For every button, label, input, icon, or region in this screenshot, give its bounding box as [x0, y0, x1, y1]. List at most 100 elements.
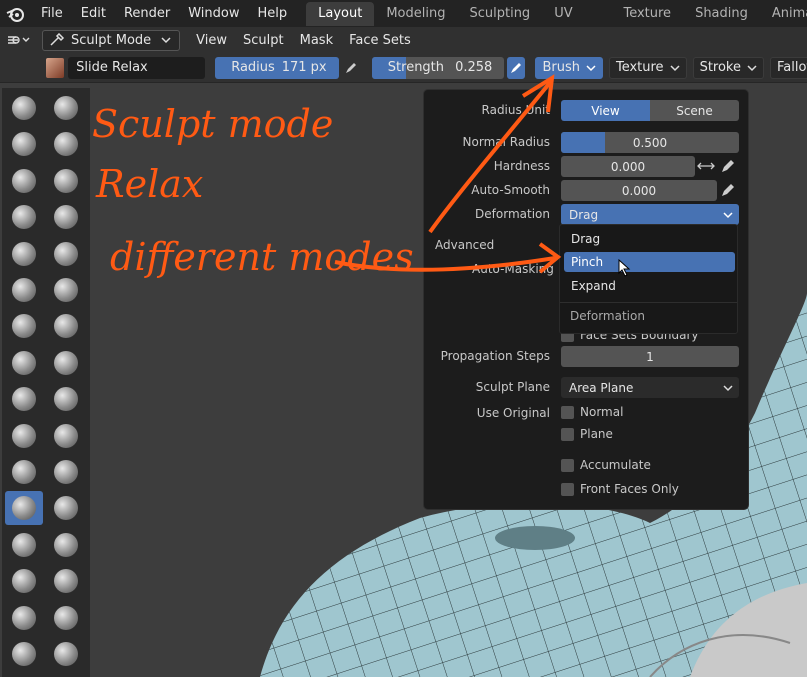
sculpt-tool-button[interactable] — [5, 127, 43, 161]
checkbox[interactable] — [561, 405, 574, 419]
menu-file[interactable]: File — [32, 0, 72, 27]
tab-shading[interactable]: Shading — [683, 2, 760, 26]
advanced-heading[interactable]: Advanced — [435, 238, 494, 252]
sculpt-tool-button[interactable] — [47, 491, 85, 525]
sculpt-tool-button[interactable] — [5, 382, 43, 416]
normal-radius-fill — [561, 132, 605, 153]
tab-sculpting[interactable]: Sculpting — [457, 2, 542, 26]
hardness-value: 0.000 — [610, 159, 646, 174]
menu-face-sets[interactable]: Face Sets — [341, 33, 419, 48]
normal-radius-label: Normal Radius — [462, 135, 550, 149]
sculpt-plane-value: Area Plane — [569, 380, 634, 395]
mode-select[interactable]: Sculpt Mode — [42, 29, 181, 51]
sculpt-tool-button[interactable] — [5, 601, 43, 635]
propagation-steps-field[interactable]: 1 — [561, 346, 739, 367]
brush-dropdown[interactable]: Brush — [535, 56, 603, 79]
sculpt-tool-button[interactable] — [5, 164, 43, 198]
sculpt-tool-button[interactable] — [5, 200, 43, 234]
sculpt-tool-button[interactable] — [47, 564, 85, 598]
deformation-select[interactable]: Drag — [561, 204, 739, 225]
sculpt-tool-button[interactable] — [47, 346, 85, 380]
sculpt-tool-button[interactable] — [47, 164, 85, 198]
sculpt-tool-button[interactable] — [47, 673, 85, 677]
radius-unit-label: Radius Unit — [481, 103, 550, 117]
tab-texture-paint[interactable]: Texture Paint — [611, 2, 683, 45]
mouse-cursor-icon — [618, 259, 631, 277]
sculpt-tool-button[interactable] — [5, 637, 43, 671]
deformation-option-drag[interactable]: Drag — [564, 229, 735, 249]
strength-slider[interactable]: Strength 0.258 — [371, 56, 505, 79]
sculpt-tool-button[interactable] — [5, 673, 43, 677]
sculpt-tool-button[interactable] — [5, 455, 43, 489]
sculpt-tool-button[interactable] — [5, 309, 43, 343]
tab-uv-editing[interactable]: UV Editing — [542, 2, 611, 45]
deformation-option-pinch[interactable]: Pinch — [564, 252, 735, 272]
chevron-down-icon — [586, 64, 596, 71]
texture-dropdown[interactable]: Texture — [608, 56, 687, 79]
stroke-dropdown[interactable]: Stroke — [692, 56, 764, 79]
menu-edit[interactable]: Edit — [72, 0, 115, 27]
radius-unit-view[interactable]: View — [561, 100, 650, 121]
normal-radius-slider[interactable]: 0.500 — [561, 132, 739, 153]
sculpt-tool-button[interactable] — [5, 237, 43, 271]
radius-unit-scene[interactable]: Scene — [650, 100, 739, 121]
brush-name-field[interactable]: Slide Relax — [68, 56, 206, 79]
sculpt-tool-button[interactable] — [5, 346, 43, 380]
checkbox[interactable] — [561, 427, 574, 441]
radius-unit-toggle: View Scene — [561, 100, 739, 121]
checkbox[interactable] — [561, 482, 574, 496]
sculpt-plane-select[interactable]: Area Plane — [561, 377, 739, 398]
sculpt-tool-button[interactable] — [47, 237, 85, 271]
front-faces-check[interactable]: Front Faces Only — [561, 482, 679, 496]
sculpt-tool-button[interactable] — [47, 309, 85, 343]
sculpt-tool-button[interactable] — [5, 564, 43, 598]
accumulate-check[interactable]: Accumulate — [561, 458, 651, 472]
radius-pressure-button[interactable] — [342, 57, 360, 79]
radius-slider[interactable]: Radius 171 px — [215, 56, 339, 79]
hardness-label: Hardness — [493, 159, 550, 173]
menu-render[interactable]: Render — [115, 0, 179, 27]
menu-mask[interactable]: Mask — [292, 33, 341, 48]
sculpt-tool-button[interactable] — [47, 419, 85, 453]
sculpt-tool-button[interactable] — [47, 127, 85, 161]
pen-pressure-icon[interactable] — [720, 182, 736, 202]
propagation-row: Propagation Steps 1 — [424, 346, 750, 368]
chevron-down-icon — [161, 37, 171, 44]
tab-modeling[interactable]: Modeling — [374, 2, 457, 26]
checkbox[interactable] — [561, 458, 574, 472]
tab-layout[interactable]: Layout — [306, 1, 375, 26]
tab-animation[interactable]: Animation — [760, 2, 807, 26]
sculpt-tool-button[interactable] — [47, 637, 85, 671]
deformation-value: Drag — [569, 207, 599, 222]
sculpt-tool-button[interactable] — [47, 455, 85, 489]
menu-sculpt[interactable]: Sculpt — [235, 33, 292, 48]
sculpt-tool-button[interactable] — [5, 528, 43, 562]
sculpt-tool-button[interactable] — [47, 91, 85, 125]
invert-arrows-icon[interactable] — [697, 159, 715, 177]
hardness-slider[interactable]: 0.000 — [561, 156, 695, 177]
menu-view[interactable]: View — [188, 33, 235, 48]
deformation-option-expand[interactable]: Expand — [564, 276, 735, 296]
sculpt-tool-button[interactable] — [5, 273, 43, 307]
sculpt-tool-button[interactable] — [5, 419, 43, 453]
blender-logo-icon[interactable] — [6, 3, 26, 25]
sculpt-tool-button[interactable] — [5, 91, 43, 125]
sculpt-tool-button[interactable] — [47, 528, 85, 562]
sculpt-tool-button[interactable] — [47, 601, 85, 635]
menu-help[interactable]: Help — [249, 0, 297, 27]
sculpt-tool-button[interactable] — [5, 491, 43, 526]
pen-pressure-icon[interactable] — [720, 158, 736, 178]
auto-smooth-slider[interactable]: 0.000 — [561, 180, 717, 201]
normal-check[interactable]: Normal — [561, 405, 623, 419]
sculpt-brush-icon — [54, 278, 78, 302]
sculpt-tool-button[interactable] — [47, 382, 85, 416]
sculpt-tool-button[interactable] — [47, 200, 85, 234]
editor-type-button[interactable] — [0, 30, 38, 51]
falloff-dropdown[interactable]: Falloff — [770, 56, 807, 79]
menu-window[interactable]: Window — [179, 0, 248, 27]
plane-check[interactable]: Plane — [561, 427, 613, 441]
sculpt-tool-button[interactable] — [47, 273, 85, 307]
brush-thumbnail[interactable] — [46, 57, 65, 78]
pen-pressure-icon — [345, 62, 356, 73]
strength-pressure-button[interactable] — [507, 56, 526, 79]
